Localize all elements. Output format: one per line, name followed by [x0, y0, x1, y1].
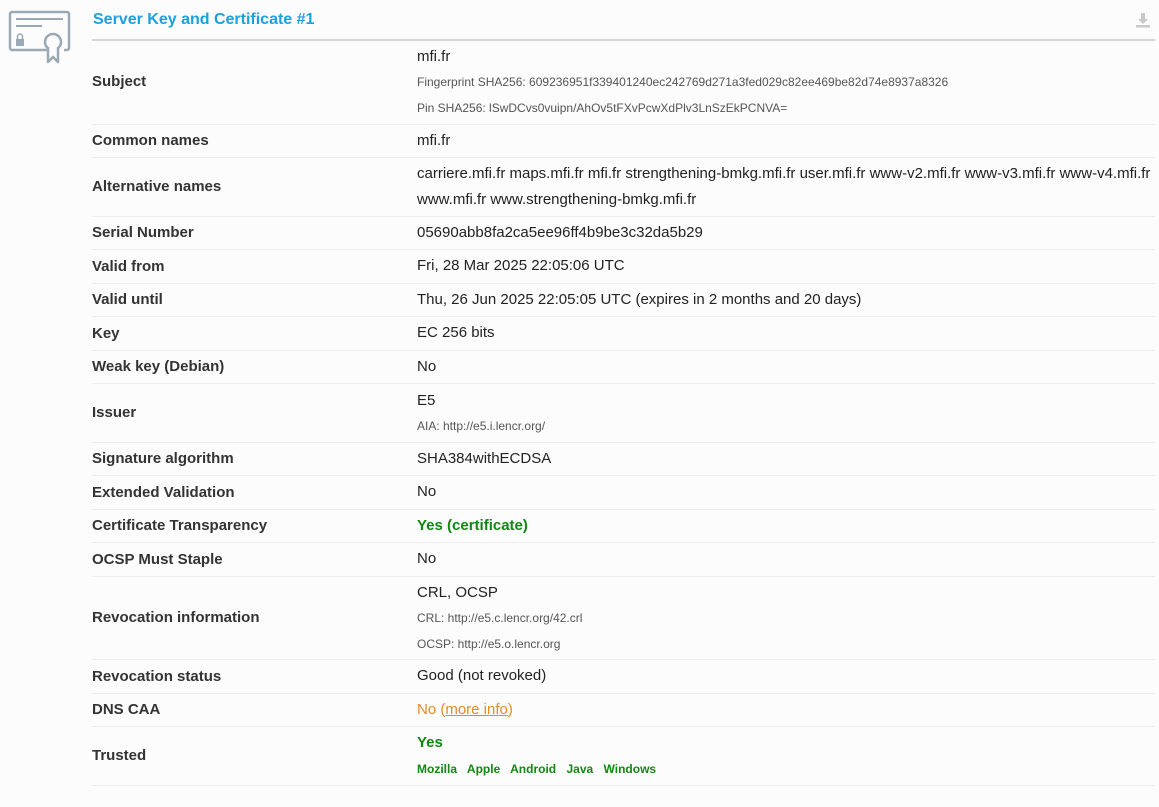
certificate-details-table: Subject mfi.fr Fingerprint SHA256: 60923…	[92, 40, 1155, 786]
trust-stores: Mozilla Apple Android Java Windows	[417, 759, 1155, 779]
row-label: Signature algorithm	[92, 442, 417, 476]
row-signature-algorithm: Signature algorithm SHA384withECDSA	[92, 442, 1155, 476]
subject-pin: Pin SHA256: lSwDCvs0vuipn/AhOv5tFXvPcwXd…	[417, 101, 788, 116]
row-value: EC 256 bits	[417, 316, 1155, 351]
ocsp-url: OCSP: http://e5.o.lencr.org	[417, 637, 561, 651]
row-revocation-status: Revocation status Good (not revoked)	[92, 659, 1155, 694]
row-label: Certificate Transparency	[92, 509, 417, 543]
row-label: Revocation information	[92, 576, 417, 660]
trust-store-badge: Apple	[466, 761, 501, 776]
row-label: Weak key (Debian)	[92, 350, 417, 384]
row-label: Subject	[92, 40, 417, 125]
subject-fingerprint: Fingerprint SHA256: 609236951f339401240e…	[417, 75, 949, 90]
row-value: carriere.mfi.fr maps.mfi.fr mfi.fr stren…	[417, 157, 1155, 217]
row-ocsp-must-staple: OCSP Must Staple No	[92, 542, 1155, 577]
row-label: Valid until	[92, 283, 417, 317]
row-subject: Subject mfi.fr Fingerprint SHA256: 60923…	[92, 40, 1155, 125]
certificate-header: Server Key and Certificate #1	[92, 0, 1155, 41]
row-label: Trusted	[92, 726, 417, 786]
row-value: No (more info)	[417, 693, 1155, 727]
dns-caa-status: No (	[417, 700, 446, 718]
row-value: No	[417, 542, 1155, 577]
revocation-methods: CRL, OCSP	[417, 584, 498, 601]
dns-caa-close: )	[507, 700, 513, 718]
row-trusted: Trusted Yes Mozilla Apple Android Java W…	[92, 726, 1155, 786]
row-value: E5 AIA: http://e5.i.lencr.org/	[417, 383, 1155, 443]
trust-store-badge: Android	[510, 761, 557, 776]
row-value: Fri, 28 Mar 2025 22:05:06 UTC	[417, 249, 1155, 284]
row-label: Alternative names	[92, 157, 417, 217]
row-value: No	[417, 350, 1155, 384]
row-value: Good (not revoked)	[417, 659, 1155, 694]
row-certificate-transparency: Certificate Transparency Yes (certificat…	[92, 509, 1155, 543]
certificate-icon	[8, 10, 71, 64]
download-icon[interactable]	[1135, 12, 1151, 28]
row-value: No	[417, 475, 1155, 510]
row-label: Issuer	[92, 383, 417, 443]
row-value: Yes (certificate)	[417, 509, 1155, 543]
row-common-names: Common names mfi.fr	[92, 124, 1155, 158]
row-label: DNS CAA	[92, 693, 417, 727]
row-value: SHA384withECDSA	[417, 442, 1155, 476]
row-value: 05690abb8fa2ca5ee96ff4b9be3c32da5b29	[417, 216, 1155, 250]
row-value: Thu, 26 Jun 2025 22:05:05 UTC (expires i…	[417, 283, 1155, 317]
row-weak-key: Weak key (Debian) No	[92, 350, 1155, 384]
row-valid-from: Valid from Fri, 28 Mar 2025 22:05:06 UTC	[92, 249, 1155, 284]
row-value: mfi.fr Fingerprint SHA256: 609236951f339…	[417, 40, 1155, 125]
row-label: Revocation status	[92, 659, 417, 694]
trusted-value: Yes	[417, 733, 443, 751]
row-dns-caa: DNS CAA No (more info)	[92, 693, 1155, 727]
row-label: Common names	[92, 124, 417, 158]
trust-store-badge: Java	[566, 761, 594, 776]
row-extended-validation: Extended Validation No	[92, 475, 1155, 510]
more-info-link[interactable]: more info	[445, 701, 508, 718]
row-revocation-information: Revocation information CRL, OCSP CRL: ht…	[92, 576, 1155, 660]
certificate-title: Server Key and Certificate #1	[93, 11, 315, 28]
row-issuer: Issuer E5 AIA: http://e5.i.lencr.org/	[92, 383, 1155, 443]
issuer-aia: AIA: http://e5.i.lencr.org/	[417, 419, 546, 433]
row-alternative-names: Alternative names carriere.mfi.fr maps.m…	[92, 157, 1155, 217]
row-value: CRL, OCSP CRL: http://e5.c.lencr.org/42.…	[417, 576, 1155, 660]
row-label: OCSP Must Staple	[92, 542, 417, 577]
subject-value: mfi.fr	[417, 48, 451, 66]
row-serial-number: Serial Number 05690abb8fa2ca5ee96ff4b9be…	[92, 216, 1155, 250]
row-value: mfi.fr	[417, 124, 1155, 158]
row-label: Serial Number	[92, 216, 417, 250]
row-value: Yes Mozilla Apple Android Java Windows	[417, 726, 1155, 786]
issuer-value: E5	[417, 392, 436, 409]
crl-url: CRL: http://e5.c.lencr.org/42.crl	[417, 611, 583, 625]
trust-store-badge: Windows	[603, 761, 657, 776]
row-label: Valid from	[92, 249, 417, 284]
trust-store-badge: Mozilla	[417, 761, 458, 776]
row-label: Extended Validation	[92, 475, 417, 510]
row-key: Key EC 256 bits	[92, 316, 1155, 351]
row-label: Key	[92, 316, 417, 351]
row-valid-until: Valid until Thu, 26 Jun 2025 22:05:05 UT…	[92, 283, 1155, 317]
